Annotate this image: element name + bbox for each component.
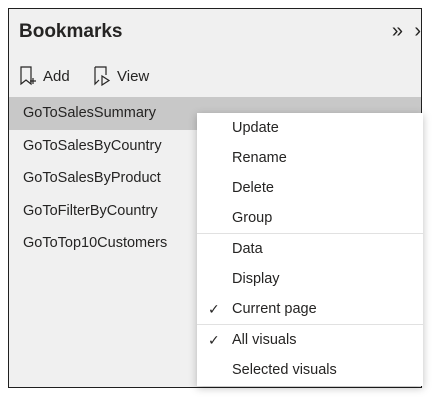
menu-item-all-visuals-label: All visuals: [232, 332, 297, 348]
menu-item-selected-visuals[interactable]: Selected visuals: [197, 355, 423, 385]
menu-item-delete[interactable]: Delete: [197, 173, 423, 203]
collapse-pane-icon[interactable]: »: [392, 21, 403, 41]
checkmark-icon: ✓: [208, 301, 220, 317]
pane-title: Bookmarks: [19, 21, 123, 42]
menu-item-current-page-label: Current page: [232, 301, 317, 317]
menu-item-current-page[interactable]: ✓ Current page: [197, 294, 423, 324]
menu-item-all-visuals[interactable]: ✓ All visuals: [197, 325, 423, 355]
view-bookmarks-label: View: [117, 67, 150, 85]
menu-item-update[interactable]: Update: [197, 113, 423, 143]
add-bookmark-button[interactable]: Add: [19, 66, 70, 86]
add-bookmark-label: Add: [43, 67, 70, 85]
bookmark-context-menu: Update Rename Delete Group Data Display …: [197, 113, 423, 386]
add-bookmark-icon: [19, 66, 37, 86]
menu-item-rename[interactable]: Rename: [197, 143, 423, 173]
view-slideshow-icon: [93, 66, 111, 86]
chevron-right-icon[interactable]: ›: [414, 21, 421, 41]
view-bookmarks-button[interactable]: View: [93, 66, 149, 86]
menu-item-display[interactable]: Display: [197, 264, 423, 294]
menu-item-data[interactable]: Data: [197, 234, 423, 264]
menu-item-group[interactable]: Group: [197, 203, 423, 233]
checkmark-icon: ✓: [208, 332, 220, 348]
